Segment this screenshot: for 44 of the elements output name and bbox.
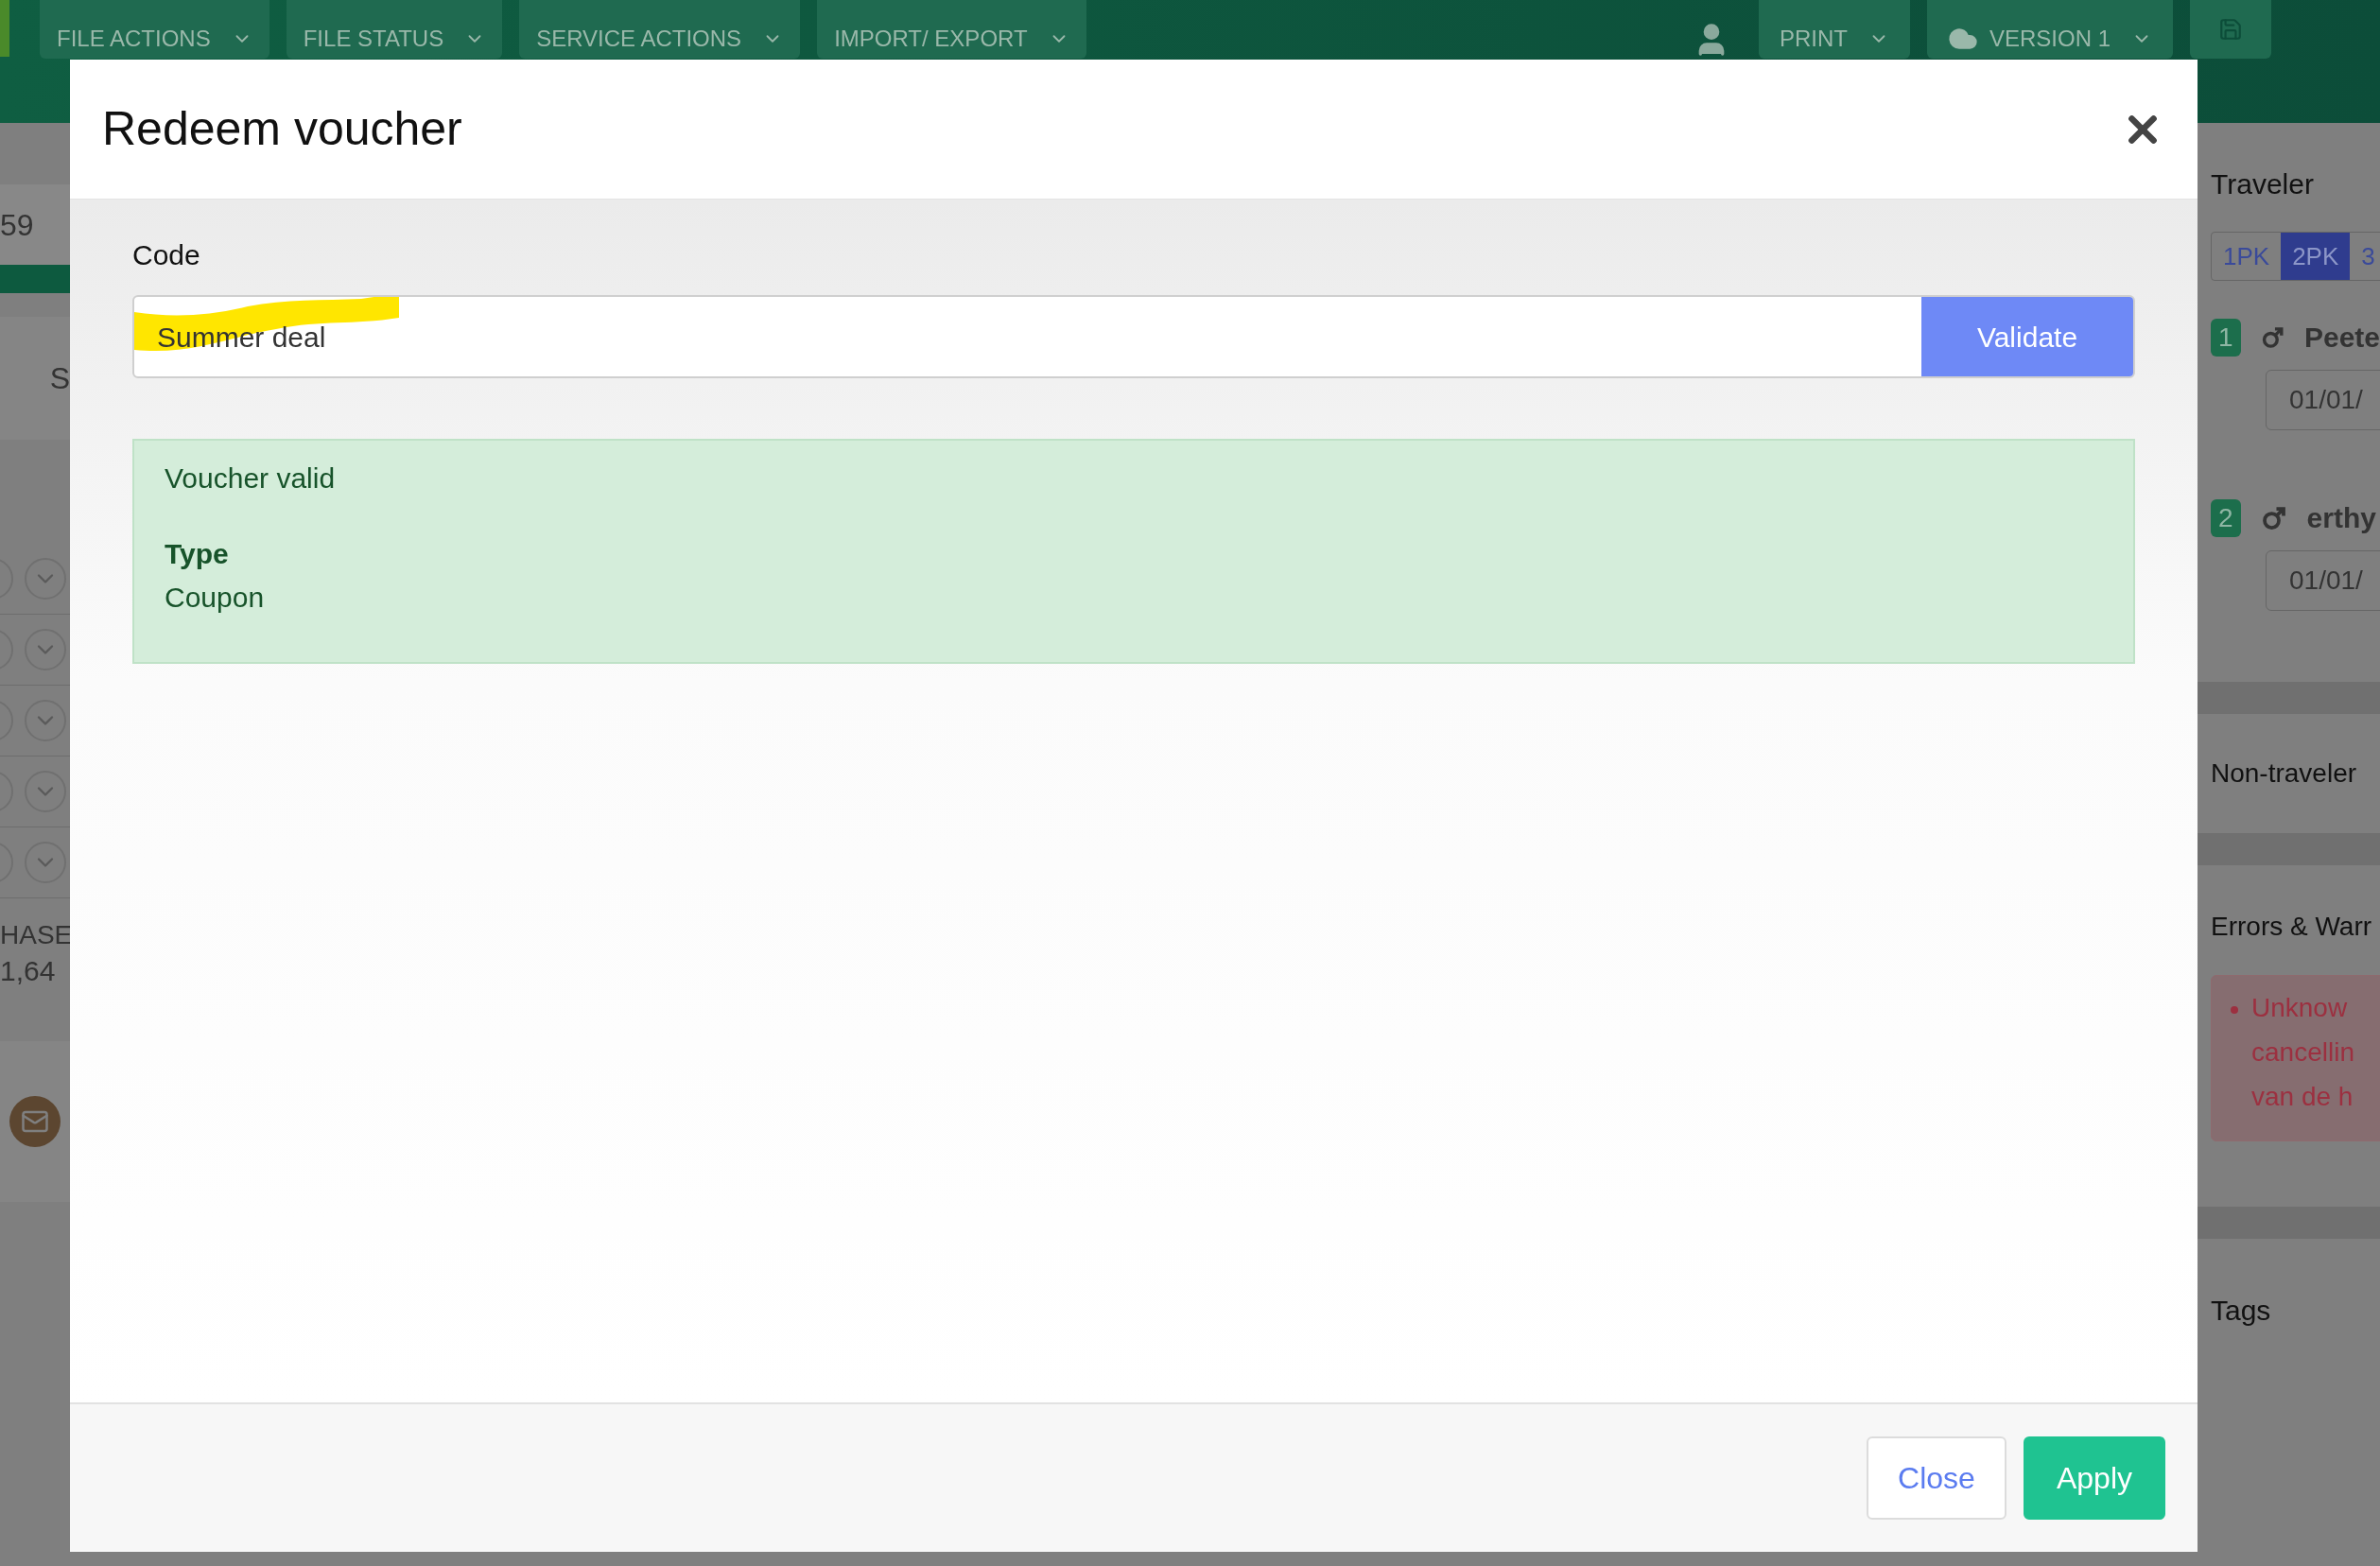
section-heading: Tags [2211, 1293, 2271, 1328]
traveler-tab[interactable]: 2PK [2281, 233, 2351, 280]
number-badge: 1 [2211, 318, 2241, 357]
date-field[interactable]: 01/01/ [2266, 550, 2380, 611]
toolbar-menu-button[interactable]: SERVICE ACTIONS [519, 0, 801, 59]
field-label: Type [165, 537, 230, 571]
column-heading: S [49, 360, 70, 397]
expand-down-button[interactable] [25, 842, 66, 883]
toolbar-menu-button[interactable]: FILE STATUS [286, 0, 503, 59]
apply-button[interactable]: Apply [2024, 1436, 2165, 1520]
section-heading: Non-traveler [2211, 757, 2357, 790]
purchase-value: 1,64 [0, 954, 57, 988]
status-text: Voucher valid [165, 461, 337, 496]
expand-down-button[interactable] [25, 558, 66, 600]
error-text: Unknow [2251, 992, 2349, 1024]
dialog-title: Redeem voucher [102, 101, 462, 157]
traveler-tab[interactable]: 3 [2350, 233, 2380, 280]
error-text: cancellin [2251, 1036, 2354, 1069]
purchase-label: HASE [0, 919, 74, 951]
date-field[interactable]: 01/01/ [2266, 370, 2380, 430]
expand-down-button[interactable] [25, 771, 66, 812]
code-label: Code [132, 238, 201, 272]
field-value: Coupon [165, 581, 266, 615]
traveler-tab[interactable]: 1PK [2212, 233, 2282, 280]
section-heading: Traveler [2211, 167, 2315, 201]
mail-button[interactable] [9, 1096, 61, 1147]
close-dialog-button[interactable]: Close [1867, 1436, 2006, 1520]
traveler-name: erthy [2306, 501, 2376, 535]
section-heading: Errors & Warr [2211, 911, 2373, 943]
expand-down-button[interactable] [25, 700, 66, 741]
print-button[interactable]: PRINT [1758, 0, 1910, 59]
toolbar-menu-button[interactable]: FILE ACTIONS [40, 0, 269, 59]
save-button[interactable] [2190, 0, 2271, 59]
version-button[interactable]: VERSION 1 [1926, 0, 2173, 59]
number-badge: 2 [2211, 498, 2241, 537]
expand-down-button[interactable] [25, 629, 66, 670]
toolbar-menu-button[interactable]: IMPORT/ EXPORT [817, 0, 1086, 59]
bullet-icon [2231, 1006, 2238, 1014]
menu-tab-edge [0, 0, 9, 57]
save-icon [2218, 17, 2243, 42]
amount-text: 59 [0, 206, 34, 244]
traveler-name: Peete [2303, 321, 2380, 355]
error-text: van de h [2251, 1081, 2354, 1113]
validate-button[interactable]: Validate [1921, 297, 2133, 376]
